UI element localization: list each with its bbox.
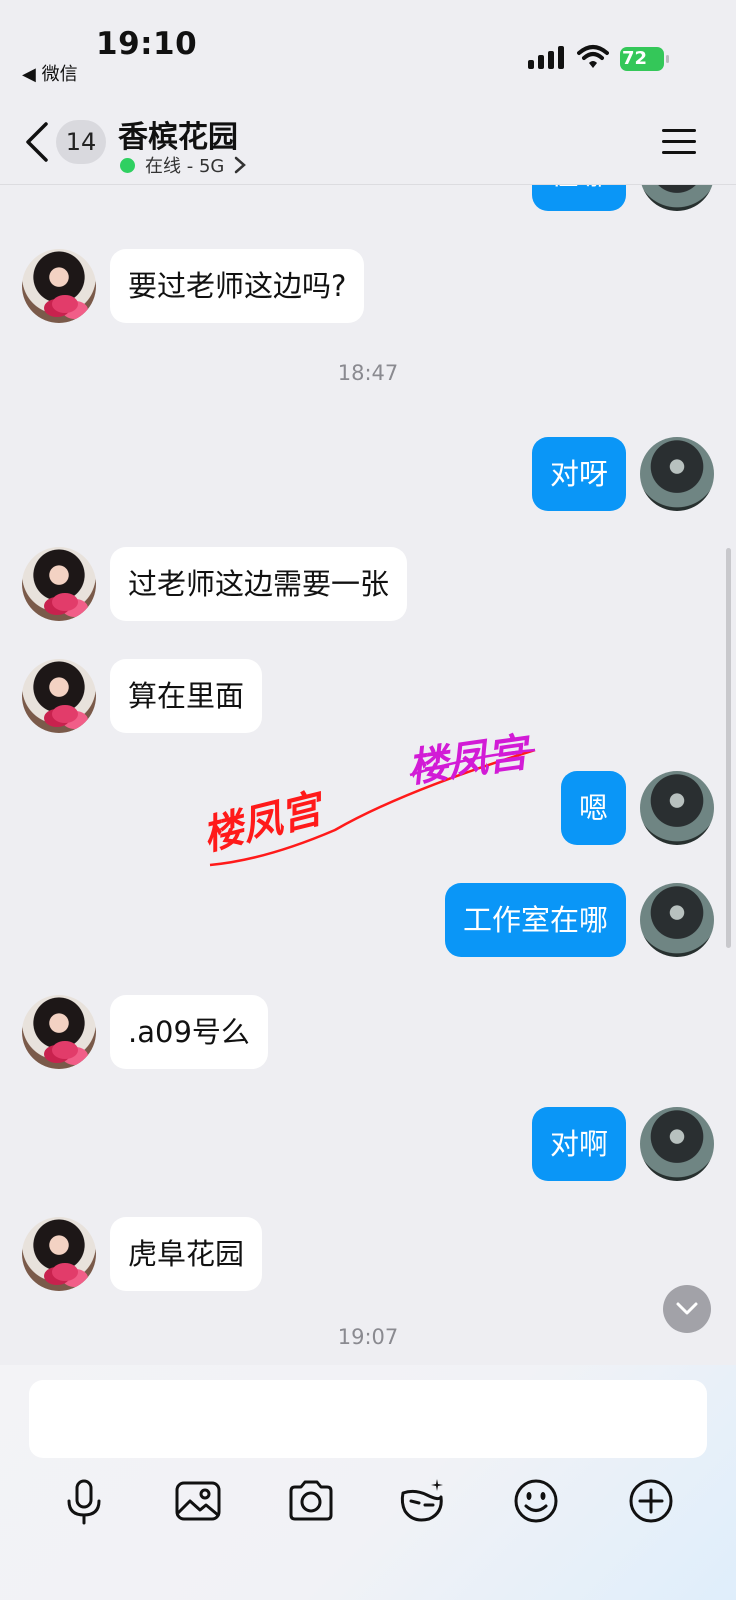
chat-title[interactable]: 香槟花园 bbox=[118, 112, 238, 156]
message-bubble[interactable]: .a09号么 bbox=[110, 995, 268, 1069]
message-timestamp: 18:47 bbox=[337, 361, 399, 385]
message-bubble[interactable]: 对啊 bbox=[531, 1107, 626, 1181]
back-to-wechat-link[interactable]: ◀ 微信 bbox=[22, 60, 78, 86]
emoji-icon[interactable] bbox=[510, 1475, 562, 1527]
chevron-right-icon bbox=[235, 156, 247, 174]
avatar[interactable] bbox=[640, 1107, 714, 1181]
battery-percent: 72 bbox=[622, 48, 648, 69]
online-dot-icon bbox=[120, 157, 135, 173]
avatar[interactable] bbox=[640, 883, 714, 957]
wifi-icon bbox=[577, 45, 609, 68]
camera-icon[interactable] bbox=[285, 1475, 337, 1527]
message-incoming[interactable]: 过老师这边需要一张 bbox=[0, 547, 736, 621]
message-bubble[interactable]: 过老师这边需要一张 bbox=[110, 547, 408, 621]
microphone-icon[interactable] bbox=[58, 1475, 110, 1527]
message-bubble[interactable]: 虎阜花园 bbox=[110, 1217, 263, 1291]
avatar[interactable] bbox=[22, 1217, 96, 1291]
online-status-text: 在线 - 5G bbox=[145, 156, 225, 177]
cellular-signal-icon bbox=[528, 46, 564, 69]
back-chevron-icon[interactable] bbox=[24, 122, 50, 162]
menu-icon[interactable] bbox=[662, 128, 696, 156]
watermark: 楼凤宫 楼凤宫 bbox=[205, 729, 536, 867]
scroll-to-bottom-button[interactable] bbox=[663, 1285, 711, 1333]
plus-icon[interactable] bbox=[625, 1475, 677, 1527]
red-packet-icon[interactable] bbox=[397, 1475, 449, 1527]
message-timestamp: 19:07 bbox=[337, 1325, 399, 1349]
message-outgoing[interactable]: 在哪 bbox=[0, 185, 736, 211]
input-area bbox=[0, 1365, 736, 1600]
unread-count-badge[interactable]: 14 bbox=[56, 120, 106, 164]
avatar[interactable] bbox=[22, 995, 96, 1069]
message-bubble[interactable]: 工作室在哪 bbox=[444, 883, 626, 957]
online-status[interactable]: 在线 - 5G bbox=[120, 152, 247, 178]
image-icon[interactable] bbox=[172, 1475, 224, 1527]
message-bubble[interactable]: 要过老师这边吗? bbox=[110, 249, 365, 323]
message-outgoing[interactable]: 工作室在哪 bbox=[0, 883, 736, 957]
watermark-text-right: 楼凤宫 bbox=[405, 729, 535, 792]
message-outgoing[interactable]: 对呀 bbox=[0, 437, 736, 511]
avatar[interactable] bbox=[640, 771, 714, 845]
chevron-down-icon bbox=[676, 1302, 698, 1315]
message-incoming[interactable]: 要过老师这边吗? bbox=[0, 249, 736, 323]
avatar[interactable] bbox=[640, 185, 714, 211]
scrollbar[interactable] bbox=[726, 548, 731, 948]
status-time: 19:10 bbox=[96, 26, 198, 62]
avatar[interactable] bbox=[22, 547, 96, 621]
message-incoming[interactable]: 虎阜花园 bbox=[0, 1217, 736, 1291]
chat-header: 14 香槟花园 在线 - 5G bbox=[0, 100, 736, 185]
message-bubble[interactable]: 嗯 bbox=[560, 771, 626, 845]
avatar[interactable] bbox=[640, 437, 714, 511]
avatar[interactable] bbox=[22, 249, 96, 323]
status-bar: 19:10 ◀ 微信 72 bbox=[0, 0, 736, 100]
watermark-text-left: 楼凤宫 bbox=[205, 785, 331, 860]
message-bubble[interactable]: 在哪 bbox=[531, 185, 626, 211]
message-outgoing[interactable]: 对啊 bbox=[0, 1107, 736, 1181]
message-incoming[interactable]: .a09号么 bbox=[0, 995, 736, 1069]
battery-icon: 72 bbox=[620, 47, 669, 71]
message-input[interactable] bbox=[29, 1380, 707, 1458]
message-bubble[interactable]: 对呀 bbox=[531, 437, 626, 511]
avatar[interactable] bbox=[22, 659, 96, 733]
